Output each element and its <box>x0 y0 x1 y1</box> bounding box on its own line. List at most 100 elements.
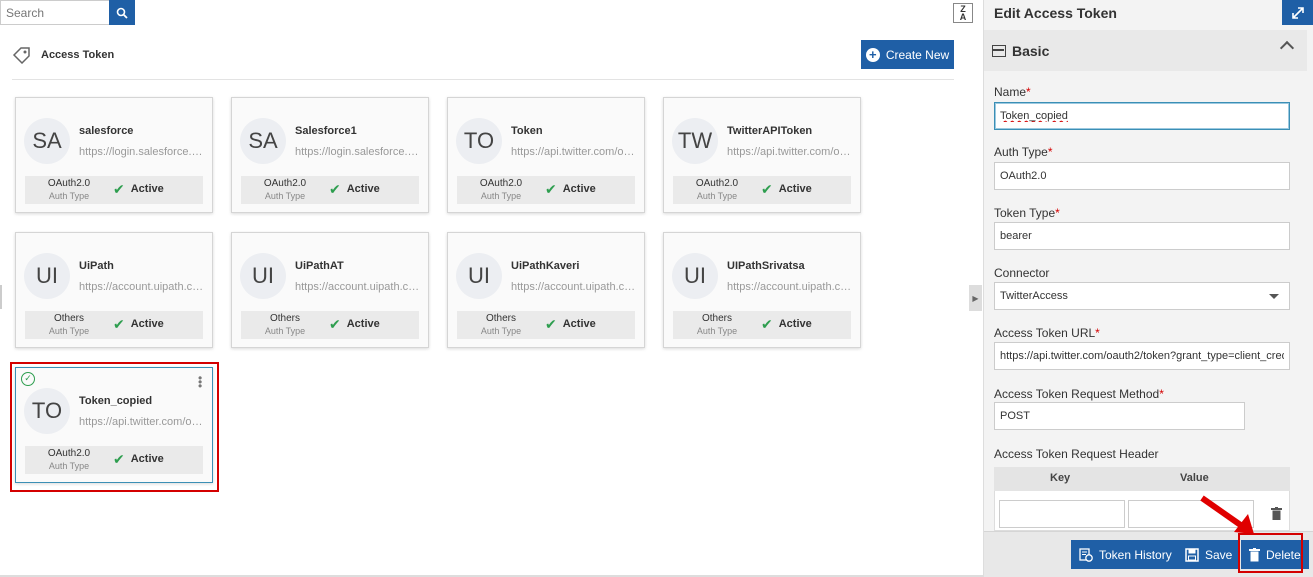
avatar: SA <box>240 118 286 164</box>
card-name: UiPathKaveri <box>511 260 580 272</box>
token-card[interactable]: TO Token https://api.twitter.com/oauth2 OAu… <box>447 97 645 213</box>
search-button[interactable] <box>109 0 135 25</box>
status-label: Active <box>778 183 812 195</box>
sort-az-icon[interactable]: ZA <box>953 3 973 23</box>
auth-type-label: Auth Type* <box>994 145 1053 159</box>
card-footer: OAuth2.0 Auth Type ✔ Active <box>457 176 635 204</box>
card-footer: Others Auth Type ✔ Active <box>241 311 419 339</box>
token-card[interactable]: SA Salesforce1 https://login.salesforce.co… <box>231 97 429 213</box>
auth-type-value: OAuth2.0 <box>479 178 523 189</box>
auth-type-value: Others <box>701 313 732 324</box>
token-card[interactable]: UI UiPathKaveri https://account.uipath.com… <box>447 232 645 348</box>
token-card[interactable]: UI UiPath https://account.uipath.com Others… <box>15 232 213 348</box>
avatar: UI <box>456 253 502 299</box>
card-footer: OAuth2.0 Auth Type ✔ Active <box>25 176 203 204</box>
check-icon: ✔ <box>113 316 125 332</box>
basic-form: Name* Auth Type* Token Type* Connector T… <box>984 71 1307 531</box>
form-icon <box>992 45 1006 57</box>
avatar: UI <box>24 253 70 299</box>
search-input[interactable] <box>0 0 109 25</box>
trash-icon[interactable] <box>1271 507 1282 520</box>
auth-type-caption: Auth Type <box>696 191 738 201</box>
card-url: https://login.salesforce.com <box>79 146 205 158</box>
check-icon: ✔ <box>113 181 125 197</box>
connector-select[interactable]: TwitterAccess <box>994 282 1290 310</box>
card-footer: OAuth2.0 Auth Type ✔ Active <box>241 176 419 204</box>
section-basic-header[interactable]: Basic <box>984 30 1307 71</box>
connector-label: Connector <box>994 266 1050 280</box>
status-label: Active <box>562 318 596 330</box>
header-table-head: Key Value <box>994 467 1290 491</box>
token-type-label: Token Type* <box>994 206 1060 220</box>
token-history-button[interactable]: Token History <box>1071 540 1180 569</box>
create-new-button[interactable]: + Create New <box>861 40 954 69</box>
collapse-panel-toggle[interactable]: ▶ <box>969 285 982 311</box>
check-icon: ✔ <box>329 316 341 332</box>
token-card[interactable]: SA salesforce https://login.salesforce.com… <box>15 97 213 213</box>
status-label: Active <box>346 318 380 330</box>
auth-type-caption: Auth Type <box>48 191 90 201</box>
col-value: Value <box>1180 472 1209 484</box>
status-badge: ✔ Active <box>761 316 812 332</box>
search-icon <box>116 7 128 19</box>
status-label: Active <box>562 183 596 195</box>
expand-icon <box>1291 6 1304 19</box>
auth-type-caption: Auth Type <box>696 326 738 336</box>
name-field[interactable] <box>994 102 1290 130</box>
avatar: UI <box>240 253 286 299</box>
status-badge: ✔ Active <box>545 181 596 197</box>
card-footer: Others Auth Type ✔ Active <box>673 311 851 339</box>
page-header: Access Token + Create New <box>12 40 954 80</box>
expand-panel-button[interactable] <box>1282 0 1313 25</box>
header-key-input[interactable] <box>999 500 1125 528</box>
token-card[interactable]: TW TwitterAPIToken https://api.twitter.com… <box>663 97 861 213</box>
access-token-url-field[interactable] <box>994 342 1290 370</box>
card-url: https://account.uipath.com <box>295 281 421 293</box>
token-card[interactable]: UI UiPathAT https://account.uipath.com Othe… <box>231 232 429 348</box>
save-label: Save <box>1205 547 1233 562</box>
delete-highlight-box <box>1238 533 1303 573</box>
status-badge: ✔ Active <box>545 317 596 331</box>
request-method-field[interactable] <box>994 402 1245 430</box>
card-url: https://login.salesforce.com <box>295 146 421 158</box>
check-icon: ✔ <box>761 316 773 332</box>
panel-title: Edit Access Token <box>994 5 1117 21</box>
check-icon: ✔ <box>761 181 773 197</box>
status-badge: ✔ Active <box>329 181 380 197</box>
card-name: Salesforce1 <box>295 125 357 137</box>
status-label: Active <box>778 318 812 330</box>
status-badge: ✔ Active <box>761 181 812 197</box>
card-name: UiPath <box>79 260 114 272</box>
status-label: Active <box>346 183 380 195</box>
card-name: Token <box>511 125 543 137</box>
avatar: TO <box>456 118 502 164</box>
status-label: Active <box>130 183 164 195</box>
auth-type-caption: Auth Type <box>480 326 522 336</box>
create-new-label: Create New <box>885 47 950 62</box>
save-button[interactable]: Save <box>1177 540 1241 569</box>
auth-type-value: Others <box>269 313 300 324</box>
connector-value: TwitterAccess <box>1000 290 1068 302</box>
card-name: UiPathAT <box>295 260 344 272</box>
avatar: SA <box>24 118 70 164</box>
method-label: Access Token Request Method* <box>994 387 1164 401</box>
left-edge-handle[interactable] <box>0 285 2 309</box>
token-history-label: Token History <box>1099 547 1172 562</box>
token-card[interactable]: UI UIPathSrivatsa https://account.uipath.c… <box>663 232 861 348</box>
status-badge: ✔ Active <box>113 316 164 332</box>
token-type-field[interactable] <box>994 222 1290 250</box>
tag-icon <box>12 47 30 64</box>
auth-type-caption: Auth Type <box>480 191 522 201</box>
check-icon: ✔ <box>545 181 557 197</box>
status-label: Active <box>130 318 164 330</box>
auth-type-field[interactable] <box>994 162 1290 190</box>
header-label: Access Token Request Header <box>994 447 1159 461</box>
app-root: ZA Access Token + Create New SA salesforc… <box>0 0 1313 577</box>
name-label: Name* <box>994 85 1031 99</box>
edit-panel: Edit Access Token Basic Name* Auth Type*… <box>983 0 1313 577</box>
card-footer: Others Auth Type ✔ Active <box>25 311 203 339</box>
check-icon: ✔ <box>329 181 341 197</box>
avatar: TW <box>672 118 718 164</box>
search-bar <box>0 0 135 25</box>
save-icon <box>1185 547 1199 562</box>
